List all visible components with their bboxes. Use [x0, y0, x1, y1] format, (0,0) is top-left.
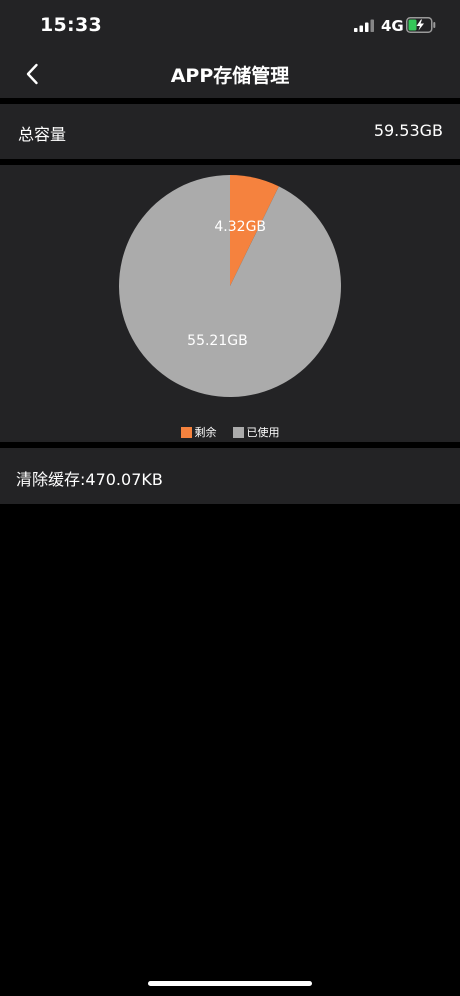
page-title: APP存储管理 [170, 65, 290, 87]
pie-slice-1 [119, 175, 341, 397]
legend-swatch-1 [232, 426, 244, 438]
legend-label-0: 剩余 [194, 426, 217, 439]
clear-cache-label: 清除缓存:470.07KB [16, 470, 163, 489]
legend-item-0: 剩余 [180, 424, 217, 440]
total-capacity-label: 总容量 [18, 125, 67, 144]
nav-bar: APP存储管理 [0, 50, 460, 98]
legend-label-1: 已使用 [246, 426, 280, 439]
chart-legend: 剩余 已使用 [0, 424, 460, 440]
pie-label-1: 55.21GB [187, 333, 248, 349]
home-indicator [148, 981, 312, 986]
storage-pie-chart: 4.32GB 55.21GB 剩余 已使用 [0, 165, 460, 442]
status-bar: 15:33 4G [0, 0, 460, 50]
status-time: 15:33 [40, 14, 102, 36]
network-label: 4G [381, 17, 404, 35]
total-capacity-value: 59.53GB [373, 121, 443, 140]
pie-chart-svg: 4.32GB 55.21GB [119, 175, 341, 397]
legend-item-1: 已使用 [232, 424, 280, 440]
pie-label-0: 4.32GB [214, 219, 266, 235]
battery-charging-icon [406, 17, 436, 33]
signal-bars-icon [354, 19, 374, 32]
clear-cache-row[interactable]: 清除缓存:470.07KB [0, 448, 460, 504]
total-capacity-row: 总容量 59.53GB [0, 104, 460, 159]
legend-swatch-0 [180, 426, 192, 438]
